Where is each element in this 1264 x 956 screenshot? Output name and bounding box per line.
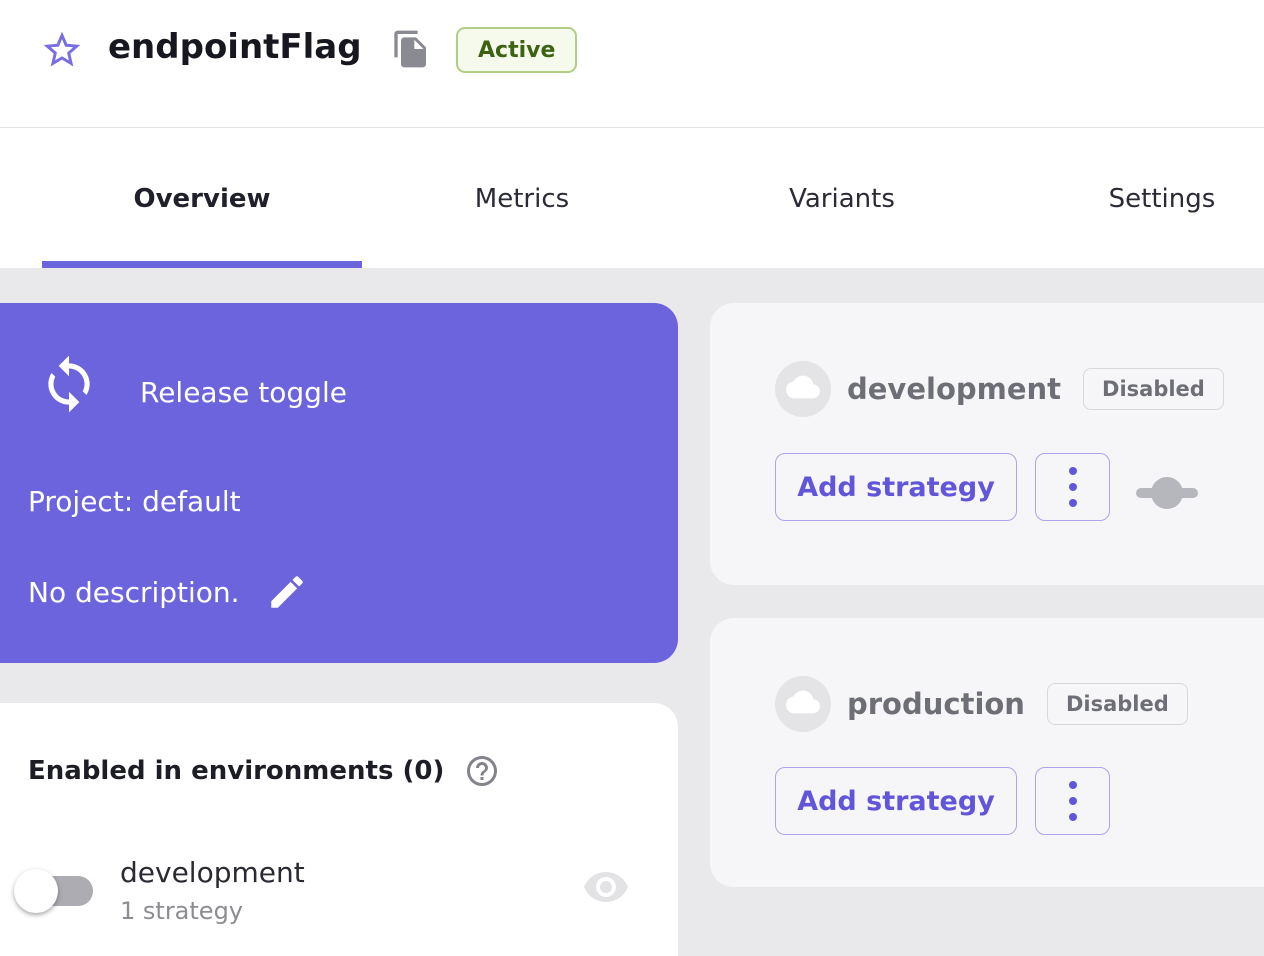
description-label: No description. <box>28 576 240 609</box>
cloud-icon <box>786 685 820 723</box>
visibility-button[interactable] <box>582 863 630 911</box>
environment-card-header: development Disabled <box>775 361 1224 417</box>
copy-name-button[interactable] <box>390 29 432 71</box>
enabled-environments-header: Enabled in environments (0) <box>28 753 500 789</box>
help-icon <box>464 777 500 792</box>
flag-type-label: Release toggle <box>140 376 347 409</box>
environment-name: production <box>847 687 1025 721</box>
environment-toggle-row: development 1 strategy <box>0 853 678 933</box>
add-strategy-button[interactable]: Add strategy <box>775 767 1017 835</box>
status-badge: Active <box>456 27 577 73</box>
cloud-icon <box>786 370 820 408</box>
environment-menu-button[interactable] <box>1035 453 1110 521</box>
loop-icon <box>38 353 100 415</box>
slider-handle-icon[interactable] <box>1136 472 1198 514</box>
feature-flag-page: { "header": { "title": "endpointFlag", "… <box>0 0 1264 956</box>
environment-name: development <box>120 856 305 889</box>
kebab-icon <box>1069 467 1077 507</box>
pencil-icon <box>266 601 308 616</box>
page-title: endpointFlag <box>108 27 362 67</box>
favorite-star-button[interactable] <box>40 28 84 72</box>
environment-card-development: development Disabled Add strategy <box>710 303 1264 585</box>
switch-thumb <box>14 869 58 913</box>
eye-icon <box>582 899 630 914</box>
environment-card-production: production Disabled Add strategy <box>710 618 1264 887</box>
environment-status-badge: Disabled <box>1083 368 1224 410</box>
environment-toggle-switch[interactable] <box>12 861 100 921</box>
enabled-environments-card: Enabled in environments (0) development … <box>0 703 678 956</box>
environment-status-badge: Disabled <box>1047 683 1188 725</box>
help-button[interactable] <box>464 753 500 789</box>
kebab-icon <box>1069 781 1077 821</box>
content-area: Release toggle Project: default No descr… <box>0 268 1264 956</box>
description-row: No description. <box>28 571 308 613</box>
environment-name: development <box>847 372 1061 406</box>
tab-overview[interactable]: Overview <box>42 129 362 268</box>
tab-metrics[interactable]: Metrics <box>362 129 682 268</box>
environment-strategy-count: 1 strategy <box>120 897 243 925</box>
tab-bar: Overview Metrics Variants Settings <box>0 129 1264 268</box>
environment-avatar <box>775 676 831 732</box>
environment-avatar <box>775 361 831 417</box>
flag-type-card: Release toggle Project: default No descr… <box>0 303 678 663</box>
star-icon <box>40 60 84 75</box>
active-tab-indicator <box>42 261 362 268</box>
environment-menu-button[interactable] <box>1035 767 1110 835</box>
project-label: Project: default <box>28 485 241 518</box>
tab-variants[interactable]: Variants <box>682 129 1002 268</box>
environment-actions: Add strategy <box>775 767 1110 835</box>
edit-description-button[interactable] <box>266 571 308 613</box>
environment-card-header: production Disabled <box>775 676 1188 732</box>
tab-settings[interactable]: Settings <box>1002 129 1264 268</box>
add-strategy-button[interactable]: Add strategy <box>775 453 1017 521</box>
copy-icon <box>391 57 431 72</box>
page-header: endpointFlag Active <box>0 0 1264 128</box>
environment-actions: Add strategy <box>775 453 1110 521</box>
enabled-environments-heading: Enabled in environments (0) <box>28 756 444 786</box>
